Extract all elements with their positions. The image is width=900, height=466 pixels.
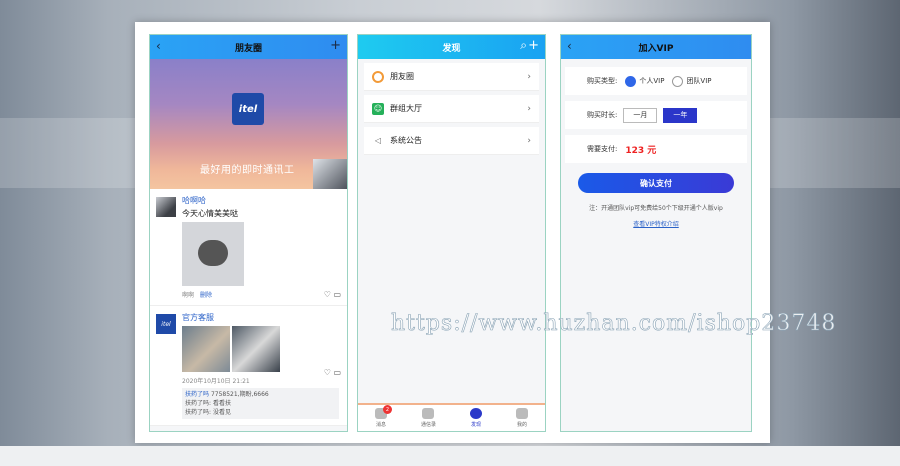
radio-team-vip[interactable]: 团队VIP: [672, 75, 712, 87]
menu-item-label: 朋友圈: [390, 72, 414, 81]
feed-post: 哈啊哈 今天心情美美哒 啊啊 删除 ♡ ▭: [150, 189, 347, 306]
duration-year-button[interactable]: 一年: [663, 107, 698, 123]
plus-icon[interactable]: +: [528, 38, 539, 53]
discover-phone: 发现 ⌕ + 朋友圈 › ☺ 群组大厅 › ◁ 系统公告 › 2 消息 通信录 …: [357, 34, 546, 432]
vip-titlebar: ‹ 加入VIP: [561, 35, 751, 59]
tab-me[interactable]: 我的: [515, 408, 528, 428]
heart-icon[interactable]: ♡: [324, 290, 331, 299]
group-hall-icon: ☺: [372, 102, 384, 115]
duration-month-button[interactable]: 一月: [623, 107, 658, 123]
duration-row: 购买时长: 一月 一年: [565, 101, 747, 129]
comment-icon[interactable]: ▭: [333, 290, 341, 299]
comment-list: 扶药了吗 7758521,期盼,6666 扶药了吗: 看看扶 扶药了吗: 没看见: [182, 388, 339, 419]
app-logo: itel: [232, 93, 264, 125]
chat-bubble-icon: [198, 240, 228, 266]
menu-item-moments[interactable]: 朋友圈 ›: [364, 63, 539, 91]
chevron-right-icon: ›: [527, 135, 531, 146]
post-meta-user: 啊啊: [182, 292, 195, 299]
comment-item: 扶药了吗: 看看扶: [185, 400, 231, 407]
post-actions: ♡ ▭: [324, 368, 341, 377]
duration-label: 购买时长:: [587, 111, 618, 119]
discover-title: 发现: [442, 43, 461, 54]
compass-icon: [469, 408, 482, 419]
moments-phone: ‹ 朋友圈 + itel 最好用的即时通讯工 哈啊哈 今天心情美美哒 啊啊 删除…: [149, 34, 348, 432]
menu-item-label: 群组大厅: [390, 104, 422, 113]
post-image[interactable]: [182, 222, 244, 286]
comment-icon[interactable]: ▭: [333, 368, 341, 377]
discover-titlebar: 发现 ⌕ +: [358, 35, 545, 59]
moments-titlebar: ‹ 朋友圈 +: [150, 35, 347, 59]
vip-title: 加入VIP: [638, 43, 674, 54]
chevron-right-icon: ›: [527, 103, 531, 114]
payment-amount: 123 元: [625, 145, 657, 156]
post-date: 2020年10月10日 21:21: [182, 378, 250, 385]
vip-privilege-link[interactable]: 查看VIP特权介绍: [561, 219, 751, 228]
post-meta: 啊啊 删除: [182, 290, 339, 299]
payment-row: 需要支付: 123 元: [565, 135, 747, 163]
vip-phone: ‹ 加入VIP 购买类型: 个人VIP 团队VIP 购买时长: 一月 一年 需要…: [560, 34, 752, 432]
avatar[interactable]: [313, 159, 347, 191]
bottom-tabbar: 2 消息 通信录 发现 我的: [358, 403, 545, 431]
moments-cover: itel 最好用的即时通讯工: [150, 59, 347, 191]
moments-icon: [372, 70, 384, 83]
post-image[interactable]: [232, 326, 280, 372]
unread-badge: 2: [382, 405, 392, 414]
feed-post: itel 官方客服 2020年10月10日 21:21 ♡ ▭ 扶药了吗 775…: [150, 306, 347, 426]
post-image[interactable]: [182, 326, 230, 372]
comment-item: 扶药了吗 7758521,期盼,6666: [185, 391, 269, 398]
contacts-icon: [422, 408, 435, 419]
delete-link[interactable]: 删除: [200, 290, 212, 299]
post-author[interactable]: 哈啊哈: [182, 195, 339, 206]
chevron-left-icon[interactable]: ‹: [567, 39, 572, 53]
chevron-left-icon[interactable]: ‹: [156, 39, 161, 53]
cover-slogan: 最好用的即时通讯工: [200, 165, 295, 176]
menu-item-announcement[interactable]: ◁ 系统公告 ›: [364, 127, 539, 155]
user-icon: [515, 408, 528, 419]
post-actions: ♡ ▭: [324, 290, 341, 299]
post-images: [182, 326, 339, 372]
search-icon[interactable]: ⌕: [520, 38, 527, 53]
screenshot-card: ‹ 朋友圈 + itel 最好用的即时通讯工 哈啊哈 今天心情美美哒 啊啊 删除…: [135, 22, 770, 443]
tab-discover[interactable]: 发现: [469, 408, 482, 428]
post-text: 今天心情美美哒: [182, 209, 238, 218]
avatar[interactable]: [156, 197, 176, 217]
chevron-right-icon: ›: [527, 71, 531, 82]
plus-icon[interactable]: +: [330, 38, 341, 53]
confirm-payment-button[interactable]: 确认支付: [578, 173, 734, 193]
radio-checked-icon: [625, 75, 637, 87]
speaker-icon: ◁: [374, 136, 382, 145]
purchase-type-row: 购买类型: 个人VIP 团队VIP: [565, 67, 747, 95]
tab-contacts[interactable]: 通信录: [421, 408, 436, 428]
vip-note: 注：开通团队vip可免费给50个下级开通个人版vip: [589, 205, 723, 212]
comment-item: 扶药了吗: 没看见: [185, 409, 231, 416]
tab-messages[interactable]: 2 消息: [374, 405, 392, 428]
post-author[interactable]: 官方客服: [182, 312, 339, 323]
watermark-text: https://www.huzhan.com/ishop23748: [391, 311, 837, 337]
menu-item-label: 系统公告: [390, 136, 422, 145]
page-bottom-strip: [0, 446, 900, 466]
heart-icon[interactable]: ♡: [324, 368, 331, 377]
radio-unchecked-icon: [672, 75, 684, 87]
radio-personal-vip[interactable]: 个人VIP: [625, 75, 664, 87]
purchase-type-label: 购买类型:: [587, 77, 618, 85]
menu-item-group-hall[interactable]: ☺ 群组大厅 ›: [364, 95, 539, 123]
payment-label: 需要支付:: [587, 145, 618, 153]
avatar[interactable]: itel: [156, 314, 176, 334]
moments-title: 朋友圈: [234, 43, 262, 54]
